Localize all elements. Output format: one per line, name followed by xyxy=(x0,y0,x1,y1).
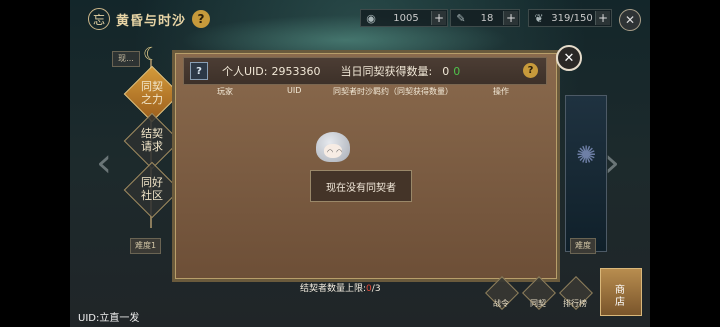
letterbox-left xyxy=(0,0,70,327)
resource-staff: ✎ 18 + xyxy=(450,9,520,27)
game-title: 黄昏与时沙 xyxy=(116,13,187,29)
info-question-icon[interactable]: ? xyxy=(190,62,208,80)
side-tag: 现... xyxy=(112,51,140,67)
game-logo-icon: 忘 xyxy=(88,8,110,30)
arrow-left-icon[interactable]: ‹ xyxy=(96,140,112,186)
panel-help-icon[interactable]: ? xyxy=(523,63,538,78)
uid-label: 个人UID: xyxy=(222,65,268,78)
column-player: 玩家 xyxy=(217,87,233,96)
leaderboard-label: 排行榜 xyxy=(563,299,587,308)
panel-header: ? 个人UID: 2953360 当日同契获得数量: 0 0 ? xyxy=(183,57,547,85)
feather-icon: ❦ xyxy=(534,11,544,25)
letterbox-right xyxy=(650,0,720,327)
title-help-icon[interactable]: ? xyxy=(192,10,211,28)
resource-feather-plus-button[interactable]: + xyxy=(595,11,610,25)
column-bond: 同契者时沙羁约（同契获得数量） xyxy=(333,87,453,96)
player-uid-footer: UID:立直一发 xyxy=(78,313,140,324)
menu-label-community: 同好 社区 xyxy=(141,176,163,202)
close-panel-button[interactable]: ✕ xyxy=(556,45,582,71)
empty-message: 现在没有同契者 xyxy=(310,170,412,202)
staff-icon: ✎ xyxy=(456,11,466,25)
column-action: 操作 xyxy=(493,87,509,96)
column-uid: UID xyxy=(287,86,302,95)
close-screen-button[interactable]: ✕ xyxy=(619,9,641,31)
difficulty-tag-right: 难度 xyxy=(570,238,596,254)
daily-count-green: 0 xyxy=(453,64,461,78)
contract-panel: ? 个人UID: 2953360 当日同契获得数量: 0 0 ? 玩家 UID … xyxy=(172,50,560,282)
resource-eye: ◉ 1005 + xyxy=(360,9,448,27)
menu-label-contract-power: 同契 之力 xyxy=(141,80,163,106)
resource-eye-value: 1005 xyxy=(393,12,419,24)
battle-pass-label: 战令 xyxy=(493,299,509,308)
uid-value: 2953360 xyxy=(271,64,321,78)
resource-eye-plus-button[interactable]: + xyxy=(431,11,446,25)
difficulty-tag-left: 难度1 xyxy=(130,238,162,254)
resource-feather: ❦ 319/150 + xyxy=(528,9,612,27)
resource-feather-value: 319/150 xyxy=(551,12,593,24)
menu-label-contract-request: 结契 请求 xyxy=(141,127,163,153)
daily-count-label: 当日同契获得数量: xyxy=(340,65,433,78)
card-emblem-icon: ✺ xyxy=(575,141,597,169)
game-title-badge: 忘 黄昏与时沙 ? xyxy=(88,6,211,32)
eye-icon: ◉ xyxy=(366,11,376,25)
resource-staff-value: 18 xyxy=(480,12,494,24)
contract-limit: 结契者数量上限:0/3 xyxy=(300,281,381,294)
background-card: ✺ xyxy=(565,95,607,252)
limit-label: 结契者数量上限: xyxy=(300,284,367,294)
daily-count-value: 0 xyxy=(442,64,450,78)
chibi-avatar: ◠◠ xyxy=(316,132,350,166)
resource-staff-plus-button[interactable]: + xyxy=(503,11,518,25)
arrow-right-icon[interactable]: › xyxy=(604,140,620,186)
contract-label: 同契 xyxy=(530,299,546,308)
limit-max: /3 xyxy=(371,284,381,294)
shop-label: 商店 xyxy=(615,285,625,308)
